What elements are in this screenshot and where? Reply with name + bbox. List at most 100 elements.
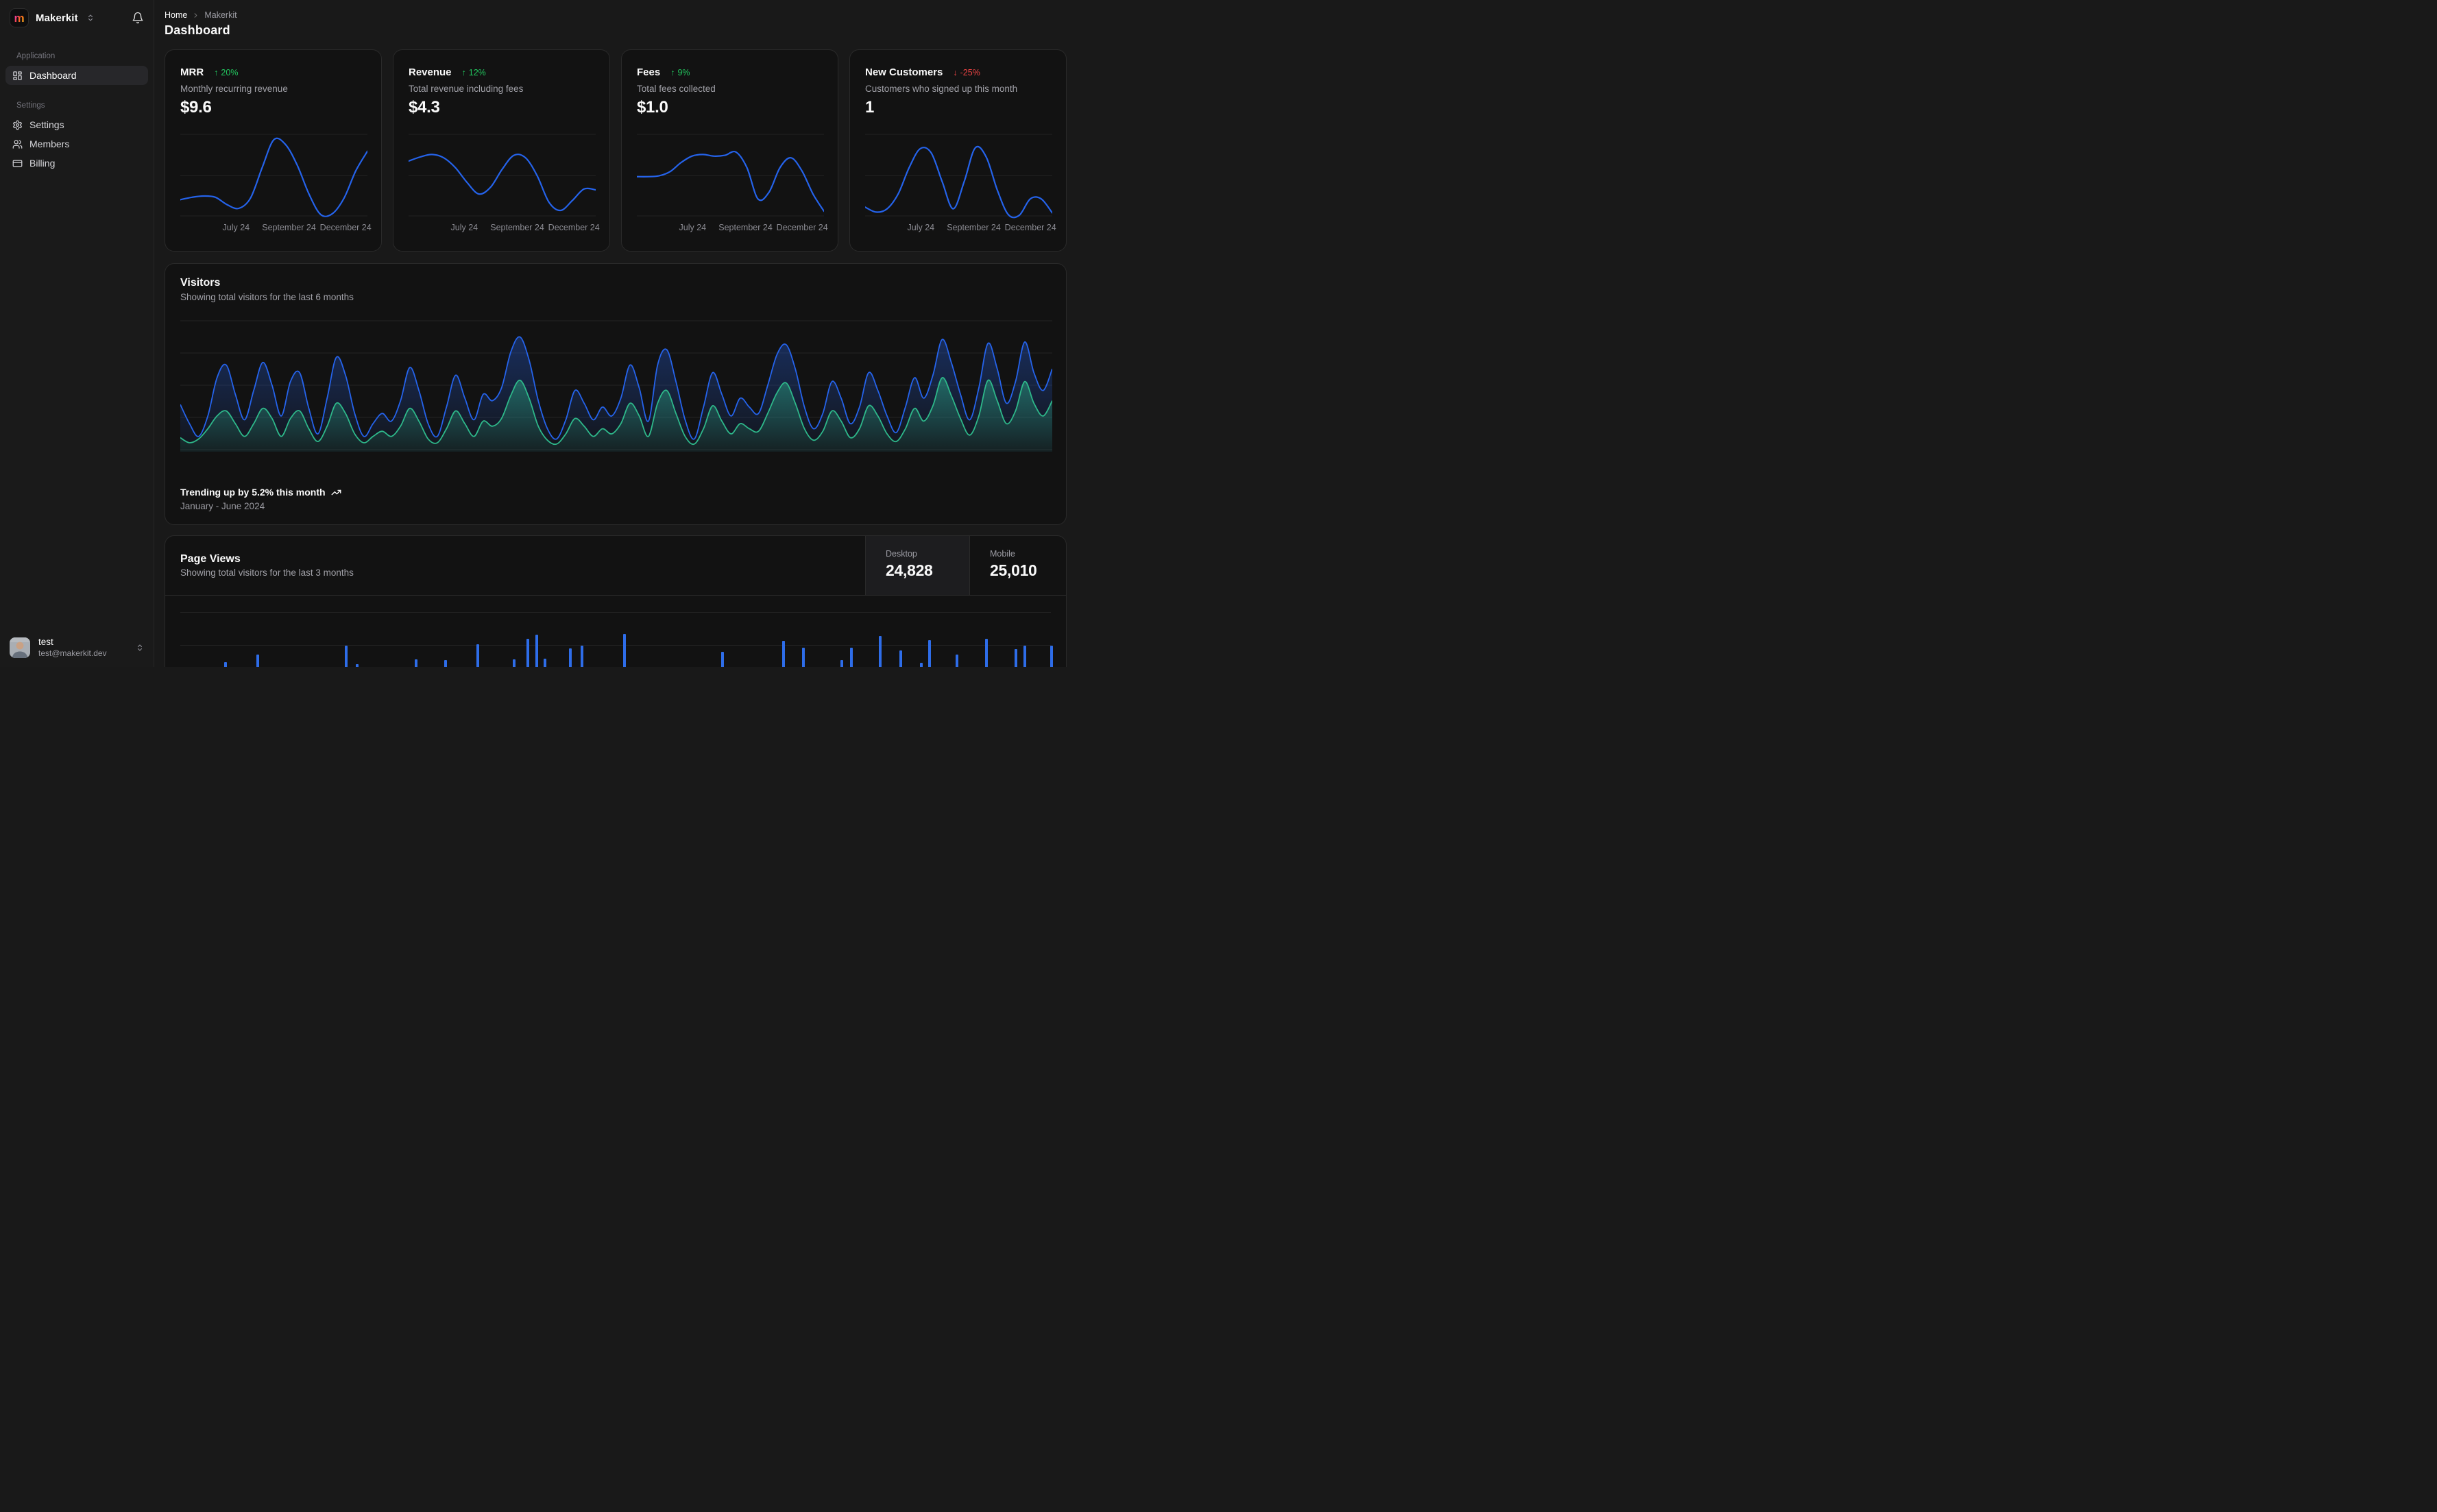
date-range: January - June 2024 — [180, 501, 265, 511]
page-views-subtitle: Showing total visitors for the last 3 mo… — [180, 568, 354, 578]
bar — [535, 635, 538, 667]
sidebar-nav: Application Dashboard Settings Settings … — [0, 52, 154, 173]
visitors-subtitle: Showing total visitors for the last 6 mo… — [180, 292, 354, 302]
bar — [878, 636, 882, 667]
sidebar-item-label: Members — [29, 138, 70, 149]
toggle-desktop[interactable]: Desktop 24,828 — [865, 536, 969, 595]
bar — [415, 659, 418, 667]
stat-title: MRR — [180, 66, 204, 78]
stat-subtitle: Total revenue including fees — [409, 84, 524, 94]
bar — [355, 664, 359, 667]
bar — [623, 634, 627, 667]
arrow-up-icon: ↑ — [670, 67, 675, 77]
x-axis-labels: July 24 September 24 December 24 — [679, 223, 828, 232]
sparkline-chart — [409, 134, 596, 217]
bar — [476, 644, 480, 667]
x-axis-labels: July 24 September 24 December 24 — [450, 223, 600, 232]
stat-subtitle: Total fees collected — [637, 84, 716, 94]
sidebar-item-members[interactable]: Members — [5, 134, 148, 154]
page-views-card: Page Views Showing total visitors for th… — [165, 535, 1067, 667]
toggle-value: 24,828 — [886, 561, 933, 579]
user-name: test — [38, 637, 53, 648]
sidebar: m Makerkit Application Dashboard Setting… — [0, 0, 154, 667]
bar — [720, 652, 724, 667]
stat-card-fees: Fees ↑ 9% Total fees collected $1.0 July … — [621, 49, 838, 252]
gear-icon — [12, 120, 23, 130]
dashboard-icon — [12, 71, 23, 81]
chevron-right-icon — [192, 12, 199, 19]
bar — [1050, 646, 1054, 667]
breadcrumb: Home Makerkit — [165, 10, 237, 20]
stat-subtitle: Monthly recurring revenue — [180, 84, 288, 94]
bar — [512, 659, 516, 667]
logo-letter: m — [14, 11, 25, 25]
workspace-selector[interactable]: m Makerkit — [0, 0, 154, 36]
toggle-label: Desktop — [886, 549, 917, 559]
stat-subtitle: Customers who signed up this month — [865, 84, 1018, 94]
stat-title: New Customers — [865, 66, 943, 78]
sidebar-item-label: Billing — [29, 158, 56, 169]
bar — [781, 641, 785, 667]
workspace-name: Makerkit — [36, 12, 78, 24]
toggle-value: 25,010 — [990, 561, 1037, 579]
users-icon — [12, 139, 23, 149]
sidebar-section-application: Application — [16, 52, 56, 60]
sidebar-item-billing[interactable]: Billing — [5, 154, 148, 173]
bar — [569, 648, 572, 667]
chevrons-up-down-icon — [86, 14, 95, 22]
sidebar-item-dashboard[interactable]: Dashboard — [5, 66, 148, 85]
sparkline-chart — [180, 134, 367, 217]
breadcrumb-home[interactable]: Home — [165, 10, 187, 20]
sidebar-item-label: Dashboard — [29, 70, 77, 81]
stat-card-new-customers: New Customers ↓ -25% Customers who signed… — [849, 49, 1067, 252]
sidebar-section-settings: Settings — [16, 101, 45, 110]
user-email: test@makerkit.dev — [38, 648, 107, 658]
user-menu[interactable]: test test@makerkit.dev — [0, 629, 154, 667]
trend-summary: Trending up by 5.2% this month — [180, 487, 341, 498]
app-window: m Makerkit Application Dashboard Setting… — [0, 0, 1075, 667]
delta-badge: ↑ 12% — [461, 67, 486, 77]
stat-title: Fees — [637, 66, 661, 78]
bar — [899, 650, 903, 667]
bar — [526, 639, 529, 667]
toggle-label: Mobile — [990, 549, 1015, 559]
x-axis-labels: July 24 September 24 December 24 — [907, 223, 1056, 232]
bar — [919, 663, 923, 667]
bar — [985, 639, 989, 667]
bar — [928, 640, 932, 667]
stat-card-mrr: MRR ↑ 20% Monthly recurring revenue $9.6 … — [165, 49, 382, 252]
visitors-card: Visitors Showing total visitors for the … — [165, 263, 1067, 525]
stat-card-revenue: Revenue ↑ 12% Total revenue including fee… — [393, 49, 610, 252]
visitors-area-chart — [180, 320, 1052, 452]
page-views-title: Page Views — [180, 553, 241, 565]
bar — [223, 662, 227, 667]
bar — [345, 646, 348, 667]
x-axis-labels: July 24 September 24 December 24 — [222, 223, 372, 232]
delta-badge: ↓ -25% — [953, 67, 980, 77]
bar — [580, 646, 583, 667]
bar — [801, 648, 805, 667]
arrow-up-icon: ↑ — [461, 67, 466, 77]
makerkit-logo: m — [10, 8, 29, 27]
credit-card-icon — [12, 158, 23, 169]
sparkline-chart — [637, 134, 824, 217]
bar — [1023, 646, 1027, 667]
sidebar-item-settings[interactable]: Settings — [5, 115, 148, 134]
arrow-down-icon: ↓ — [953, 67, 958, 77]
delta-badge: ↑ 20% — [214, 67, 239, 77]
bar — [840, 660, 843, 667]
visitors-title: Visitors — [180, 277, 221, 289]
bar — [1015, 649, 1018, 667]
toggle-mobile[interactable]: Mobile 25,010 — [969, 536, 1067, 595]
bar — [256, 655, 259, 667]
bar — [849, 648, 853, 667]
delta-badge: ↑ 9% — [670, 67, 690, 77]
chevrons-up-down-icon — [136, 644, 144, 652]
page-views-bar-chart — [180, 595, 1054, 667]
page-title: Dashboard — [165, 23, 230, 37]
notifications-bell-icon[interactable] — [132, 12, 144, 24]
arrow-up-icon: ↑ — [214, 67, 219, 77]
bar — [444, 660, 448, 667]
bar — [955, 655, 958, 667]
breadcrumb-makerkit[interactable]: Makerkit — [204, 10, 237, 20]
